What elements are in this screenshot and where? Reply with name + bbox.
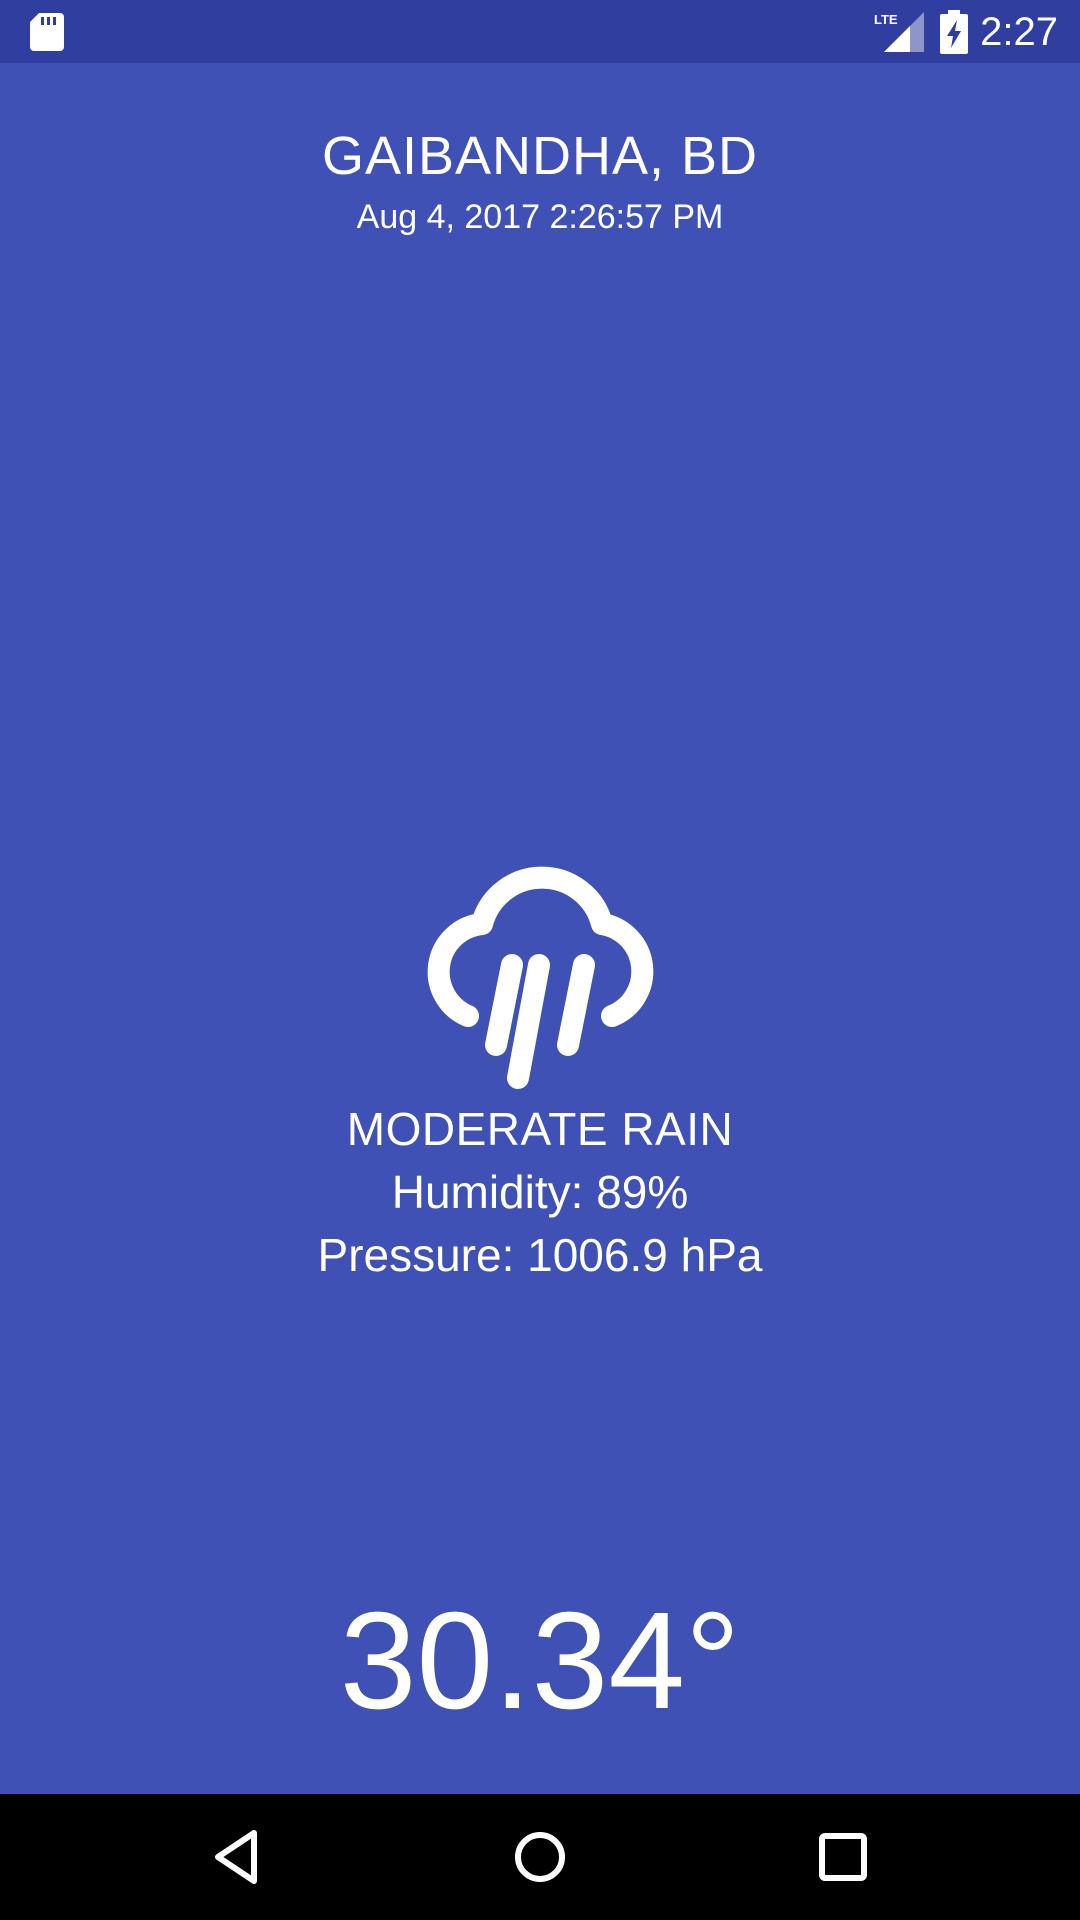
battery-charging-icon	[940, 10, 968, 54]
cloud-rain-icon	[427, 866, 654, 1089]
last-updated-time: Aug 4, 2017 2:26:57 PM	[356, 198, 724, 236]
status-bar: LTE 2:27	[0, 0, 1080, 63]
humidity-value: Humidity: 89%	[391, 1166, 689, 1218]
weather-screen: LTE 2:27 GAIBANDHA, BD Aug 4, 2017 2:26:…	[0, 0, 1080, 1920]
temperature-value: 30.34°	[339, 1584, 741, 1738]
navigation-bar	[0, 1794, 1080, 1920]
weather-condition: MODERATE RAIN	[346, 1103, 734, 1155]
location-title: GAIBANDHA, BD	[321, 126, 759, 186]
recents-icon[interactable]	[810, 1824, 876, 1890]
pressure-value: Pressure: 1006.9 hPa	[317, 1229, 763, 1281]
lte-label: LTE	[874, 12, 898, 27]
sd-card-icon	[30, 13, 64, 51]
back-icon[interactable]	[204, 1824, 270, 1890]
lte-signal-icon: LTE	[874, 12, 924, 52]
home-icon[interactable]	[507, 1824, 573, 1890]
status-clock: 2:27	[980, 10, 1058, 54]
